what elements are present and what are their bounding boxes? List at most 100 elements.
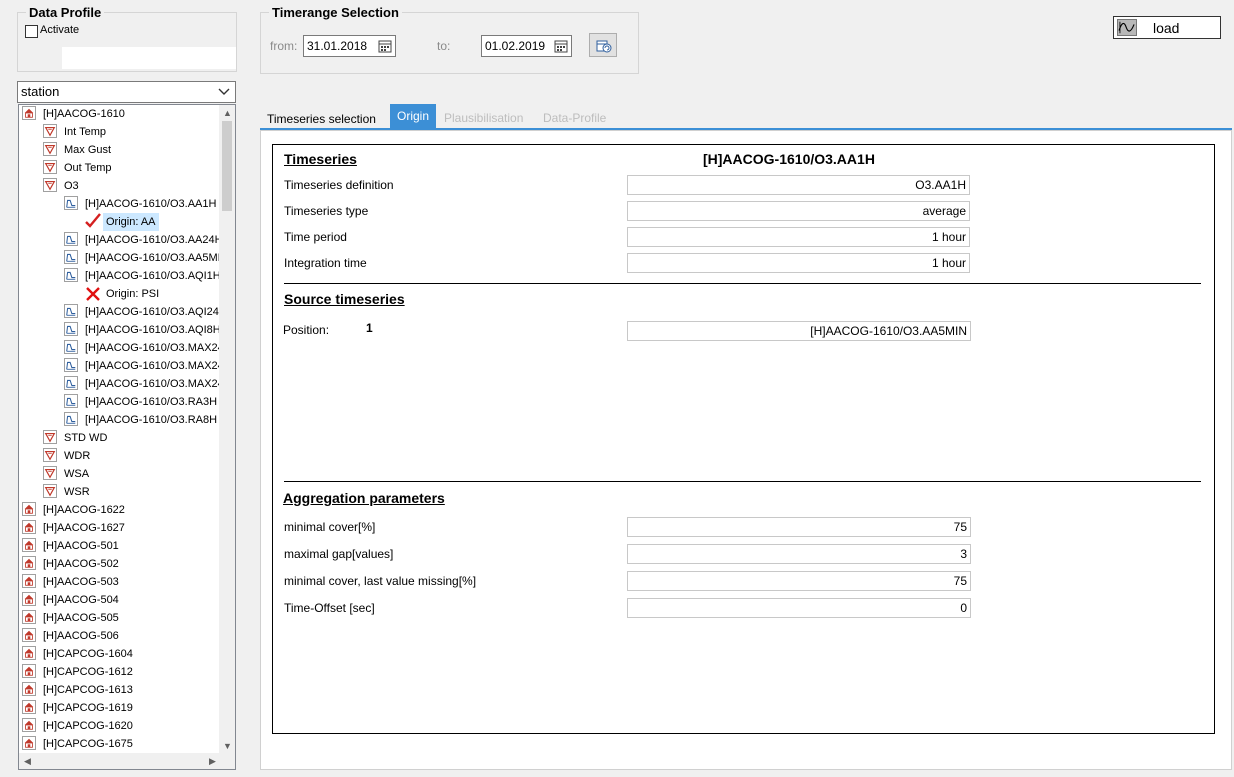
parameter-icon — [43, 430, 57, 444]
load-button[interactable]: load — [1113, 16, 1221, 39]
tab-plausibilisation: Plausibilisation — [444, 111, 524, 125]
tree-item-label: [H]AACOG-1610/O3.AQI1H — [85, 270, 221, 282]
scroll-up-icon[interactable]: ▲ — [223, 108, 232, 118]
aggregation-section-title: Aggregation parameters — [283, 490, 445, 506]
apply-timerange-button[interactable] — [589, 33, 617, 57]
station-icon — [22, 556, 36, 570]
tree-item-label: [H]AACOG-1610/O3.MAX24 — [85, 360, 221, 372]
station-tree[interactable]: [H]AACOG-1610 Int Temp Max Gust Out Temp O3 [… — [18, 104, 236, 770]
station-icon — [22, 502, 36, 516]
tree-item-label: [H]CAPCOG-1619 — [43, 702, 133, 714]
position-label: Position: — [283, 323, 330, 337]
maximal-gap-field[interactable]: 3 — [627, 544, 971, 564]
from-date-value: 31.01.2018 — [307, 39, 368, 53]
calendar-refresh-icon — [596, 40, 612, 53]
tree-item-label: [H]AACOG-506 — [43, 630, 119, 642]
minimal-cover-field[interactable]: 75 — [627, 517, 971, 537]
station-icon — [22, 736, 36, 750]
tree-item-label: WSR — [64, 486, 90, 498]
cross-icon — [85, 286, 101, 302]
tree-item-label: [H]CAPCOG-1604 — [43, 648, 133, 660]
tree-item-label: [H]AACOG-1610/O3.AA1H — [85, 198, 217, 210]
station-combo-value: station — [21, 84, 60, 99]
tree-item-label: [H]AACOG-1610/O3.AA24H — [85, 234, 221, 246]
source-timeseries-field: [H]AACOG-1610/O3.AA5MIN — [627, 321, 971, 341]
timerange-group: Timerange Selection from: 31.01.2018 to:… — [260, 5, 639, 74]
time-period-field: 1 hour — [627, 227, 970, 247]
station-icon — [22, 610, 36, 624]
tree-item-label: Int Temp — [64, 126, 106, 138]
timerange-title: Timerange Selection — [269, 5, 402, 20]
timeseries-icon — [64, 268, 78, 282]
parameter-icon — [43, 160, 57, 174]
station-combo[interactable]: station — [17, 81, 236, 103]
position-value: 1 — [366, 321, 373, 335]
scroll-right-icon[interactable]: ▶ — [209, 756, 216, 766]
tree-item-label: [H]AACOG-1610/O3.MAX24 — [85, 378, 221, 390]
activate-checkbox[interactable] — [25, 25, 38, 38]
tree-scroll-thumb[interactable] — [222, 121, 232, 211]
scroll-left-icon[interactable]: ◀ — [24, 756, 31, 766]
maximal-gap-label: maximal gap[values] — [284, 547, 394, 561]
integration-time-field: 1 hour — [627, 253, 970, 273]
source-section-title: Source timeseries — [284, 291, 405, 307]
tree-item-label: [H]AACOG-501 — [43, 540, 119, 552]
calendar-icon[interactable] — [554, 39, 568, 53]
scroll-down-icon[interactable]: ▼ — [223, 741, 232, 751]
tree-item-label: WDR — [64, 450, 91, 462]
tree-item-label: [H]AACOG-504 — [43, 594, 119, 606]
tree-horizontal-scrollbar[interactable]: ◀ ▶ — [19, 753, 235, 769]
divider — [284, 481, 1201, 482]
parameter-icon — [43, 124, 57, 138]
timeseries-type-label: Timeseries type — [284, 204, 369, 218]
time-offset-label: Time-Offset [sec] — [284, 601, 375, 615]
timeseries-icon — [64, 358, 78, 372]
tree-item-label: Max Gust — [64, 144, 112, 156]
tree-vertical-scrollbar[interactable]: ▲ ▼ — [219, 105, 235, 753]
station-icon — [22, 646, 36, 660]
tree-item-label: [H]AACOG-1610/O3.RA8H — [85, 414, 218, 426]
from-date-field[interactable]: 31.01.2018 — [303, 35, 396, 57]
time-period-label: Time period — [284, 230, 347, 244]
timeseries-section-title: Timeseries — [284, 151, 357, 167]
calendar-icon[interactable] — [378, 39, 392, 53]
integration-time-label: Integration time — [284, 256, 367, 270]
timeseries-icon — [64, 394, 78, 408]
data-profile-field[interactable] — [62, 47, 236, 69]
time-offset-field[interactable]: 0 — [627, 598, 971, 618]
tree-item-label: [H]AACOG-1610/O3.AA5MIN — [85, 252, 221, 264]
to-date-value: 01.02.2019 — [485, 39, 546, 53]
station-icon — [22, 574, 36, 588]
minimal-cover-last-missing-field[interactable]: 75 — [627, 571, 971, 591]
origin-panel: Timeseries [H]AACOG-1610/O3.AA1H Timeser… — [272, 144, 1215, 734]
timeseries-definition-label: Timeseries definition — [284, 178, 394, 192]
timeseries-definition-field: O3.AA1H — [627, 175, 970, 195]
timeseries-icon — [64, 232, 78, 246]
tree-item-label: [H]AACOG-503 — [43, 576, 119, 588]
tree-item-label: WSA — [64, 468, 90, 480]
tree-item-label: [H]CAPCOG-1675 — [43, 738, 133, 750]
from-label: from: — [270, 39, 298, 53]
tree-item-label: STD WD — [64, 432, 108, 444]
timeseries-icon — [64, 304, 78, 318]
to-date-field[interactable]: 01.02.2019 — [481, 35, 572, 57]
tree-item-label: [H]CAPCOG-1620 — [43, 720, 133, 732]
station-icon — [22, 700, 36, 714]
check-icon — [85, 213, 101, 229]
station-icon — [22, 628, 36, 642]
parameter-icon — [43, 466, 57, 480]
data-profile-title: Data Profile — [26, 5, 105, 20]
tree-item-label: [H]AACOG-1610/O3.AQI8H — [85, 324, 221, 336]
parameter-icon — [43, 484, 57, 498]
tree-item-label: [H]AACOG-1627 — [43, 522, 125, 534]
tab-origin[interactable]: Origin — [390, 104, 437, 128]
tree-item-label: [H]AACOG-1622 — [43, 504, 125, 516]
parameter-icon — [43, 178, 57, 192]
divider — [284, 283, 1201, 284]
tree-item-label: [H]AACOG-505 — [43, 612, 119, 624]
parameter-icon — [43, 448, 57, 462]
timeseries-icon — [64, 322, 78, 336]
tab-timeseries-selection[interactable]: Timeseries selection — [267, 109, 376, 129]
timeseries-header-value: [H]AACOG-1610/O3.AA1H — [703, 151, 875, 167]
station-icon — [22, 718, 36, 732]
